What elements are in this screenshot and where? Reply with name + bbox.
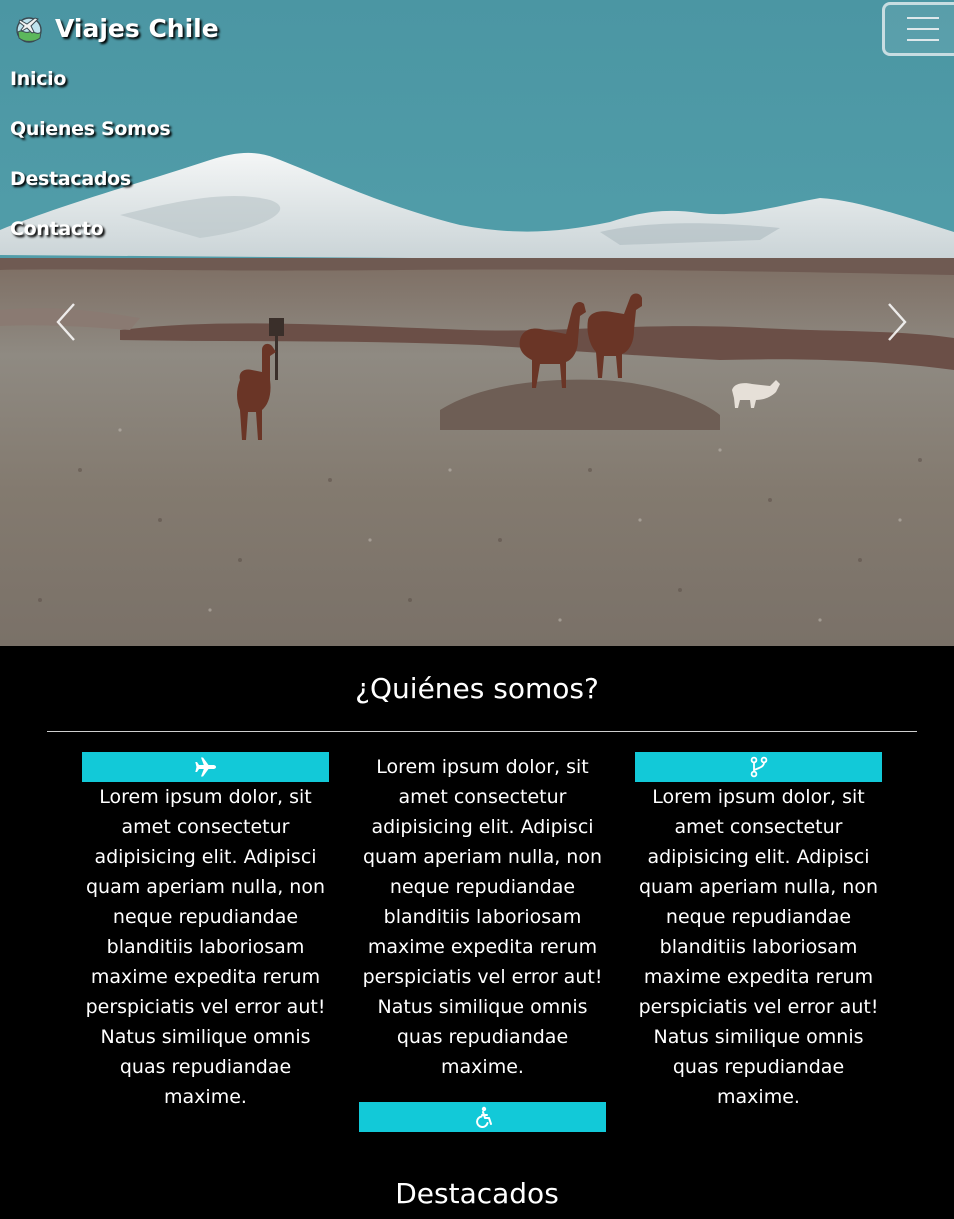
- destacados-title: Destacados: [395, 1177, 559, 1210]
- carousel-prev-button[interactable]: [48, 300, 88, 344]
- feature-column-3: Lorem ipsum dolor, sit amet consectetur …: [635, 752, 882, 1112]
- brand-name: Viajes Chile: [55, 13, 219, 43]
- navbar-toggler-button[interactable]: [882, 2, 954, 56]
- hamburger-icon-line: [907, 28, 939, 30]
- feature-text: Lorem ipsum dolor, sit amet consectetur …: [638, 786, 879, 1108]
- nav-item-quienes-somos[interactable]: Quienes Somos: [10, 114, 171, 164]
- navbar: Viajes Chile Inicio Quienes Somos Destac…: [0, 0, 954, 260]
- divider: [47, 731, 917, 732]
- hamburger-icon-line: [907, 39, 939, 41]
- chevron-right-icon: [888, 303, 907, 341]
- nav-item-inicio[interactable]: Inicio: [10, 64, 170, 114]
- feature-text: Lorem ipsum dolor, sit amet consectetur …: [85, 786, 326, 1108]
- feature-column-1: Lorem ipsum dolor, sit amet consectetur …: [82, 752, 329, 1112]
- branch-icon: [750, 756, 767, 778]
- feature-icon-bar: [635, 752, 882, 782]
- feature-text: Lorem ipsum dolor, sit amet consectetur …: [362, 756, 603, 1078]
- globe-plane-logo-icon: [16, 17, 42, 43]
- nav-item-contacto[interactable]: Contacto: [10, 214, 170, 264]
- plane-icon: [194, 757, 216, 777]
- nav-menu: Inicio Quienes Somos Destacados Contacto: [10, 64, 171, 264]
- chevron-left-icon: [56, 303, 75, 341]
- nav-item-destacados[interactable]: Destacados: [10, 164, 170, 214]
- feature-column-2: Lorem ipsum dolor, sit amet consectetur …: [359, 752, 606, 1132]
- feature-icon-bar: [82, 752, 329, 782]
- accessibility-icon: [475, 1106, 492, 1128]
- feature-icon-bar: [359, 1102, 606, 1132]
- brand[interactable]: Viajes Chile: [13, 12, 219, 44]
- carousel-next-button[interactable]: [877, 300, 917, 344]
- quienes-somos-title: ¿Quiénes somos?: [355, 672, 599, 705]
- hamburger-icon: [907, 17, 939, 19]
- hero-carousel: Viajes Chile Inicio Quienes Somos Destac…: [0, 0, 954, 646]
